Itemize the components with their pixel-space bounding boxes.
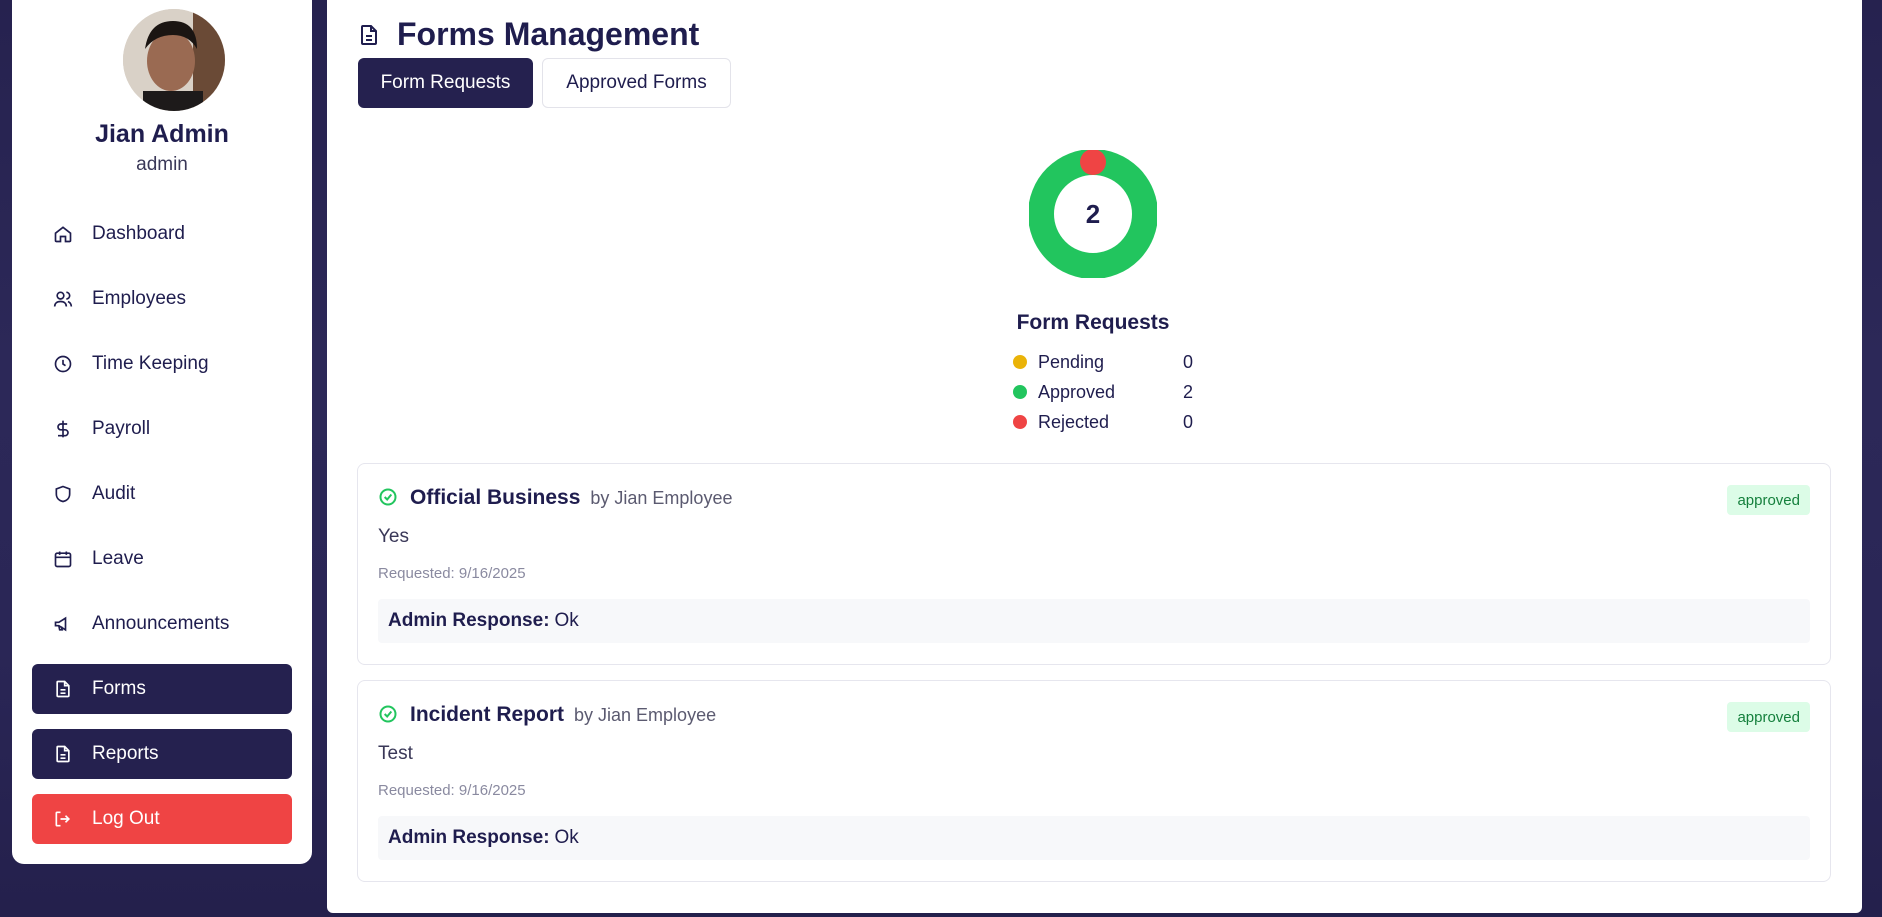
legend-dot-rejected [1013,415,1027,429]
sidebar-item-payroll[interactable]: Payroll [32,404,292,454]
legend-dot-approved [1013,385,1027,399]
card-body: Test [378,743,413,764]
legend-label: Pending [1038,351,1105,372]
chart-title: Form Requests [1016,311,1170,334]
legend-label: Rejected [1038,411,1110,432]
sidebar-item-leave[interactable]: Leave [32,534,292,584]
form-request-card[interactable]: Incident Report by Jian Employee approve… [357,680,1831,882]
card-header: Incident Report by Jian Employee [378,703,716,727]
admin-response-text: Ok [554,827,579,848]
sidebar-item-label: Log Out [92,808,160,829]
admin-response-label: Admin Response: [388,610,550,631]
clock-icon [52,353,74,375]
home-icon [52,223,74,245]
sidebar-item-audit[interactable]: Audit [32,469,292,519]
card-header: Official Business by Jian Employee [378,486,732,510]
tab-form-requests[interactable]: Form Requests [358,58,533,108]
sidebar-item-reports[interactable]: Reports [32,729,292,779]
donut-center-value: 2 [1085,198,1101,229]
sidebar-item-label: Forms [92,678,146,699]
card-author: by Jian Employee [574,704,717,725]
megaphone-icon [52,613,74,635]
file-icon [52,678,74,700]
check-circle-icon [378,487,400,509]
legend-label: Approved [1038,381,1116,402]
legend-value: 0 [1182,351,1193,372]
calendar-icon [52,548,74,570]
card-title: Official Business [410,486,581,509]
admin-response: Admin Response: Ok [378,599,1810,643]
sidebar-item-announcements[interactable]: Announcements [32,599,292,649]
sidebar-item-label: Leave [92,548,144,569]
avatar[interactable] [123,9,225,111]
profile-name: Jian Admin [95,120,229,148]
sidebar-item-label: Time Keeping [92,353,209,374]
legend-dot-pending [1013,355,1027,369]
card-requested-date: Requested: 9/16/2025 [378,782,526,799]
tab-approved-forms[interactable]: Approved Forms [542,58,731,108]
sidebar-item-dashboard[interactable]: Dashboard [32,209,292,259]
shield-icon [52,483,74,505]
admin-response-text: Ok [554,610,579,631]
chart-legend: Pending 0 Approved 2 Rejected 0 [1013,347,1193,437]
legend-item-pending: Pending 0 [1013,347,1193,377]
sidebar-item-label: Audit [92,483,136,504]
sidebar-item-time-keeping[interactable]: Time Keeping [32,339,292,389]
card-title: Incident Report [410,703,565,726]
legend-item-approved: Approved 2 [1013,377,1193,407]
sidebar-item-forms[interactable]: Forms [32,664,292,714]
sidebar-item-employees[interactable]: Employees [32,274,292,324]
card-body: Yes [378,526,409,547]
sidebar-item-label: Payroll [92,418,151,439]
sidebar-item-label: Announcements [92,613,230,634]
sidebar: Jian Admin admin Dashboard Employees Tim… [12,0,312,864]
file-icon [357,22,383,48]
card-author: by Jian Employee [590,487,733,508]
legend-item-rejected: Rejected 0 [1013,407,1193,437]
profile-role: admin [136,154,188,175]
legend-value: 0 [1182,411,1193,432]
sidebar-item-label: Employees [92,288,186,309]
page-title-text: Forms Management [397,16,700,52]
logout-icon [52,808,74,830]
card-requested-date: Requested: 9/16/2025 [378,565,526,582]
status-badge: approved [1727,702,1810,732]
admin-response: Admin Response: Ok [378,816,1810,860]
users-icon [52,288,74,310]
admin-response-label: Admin Response: [388,827,550,848]
dollar-icon [52,418,74,440]
form-request-card[interactable]: Official Business by Jian Employee appro… [357,463,1831,665]
check-circle-icon [378,704,400,726]
file-icon [52,743,74,765]
logout-button[interactable]: Log Out [32,794,292,844]
sidebar-item-label: Reports [92,743,159,764]
status-badge: approved [1727,485,1810,515]
page-title: Forms Management [357,16,699,53]
legend-value: 2 [1182,381,1193,402]
main-content: Forms Management Form Requests Approved … [327,0,1862,913]
sidebar-item-label: Dashboard [92,223,185,244]
